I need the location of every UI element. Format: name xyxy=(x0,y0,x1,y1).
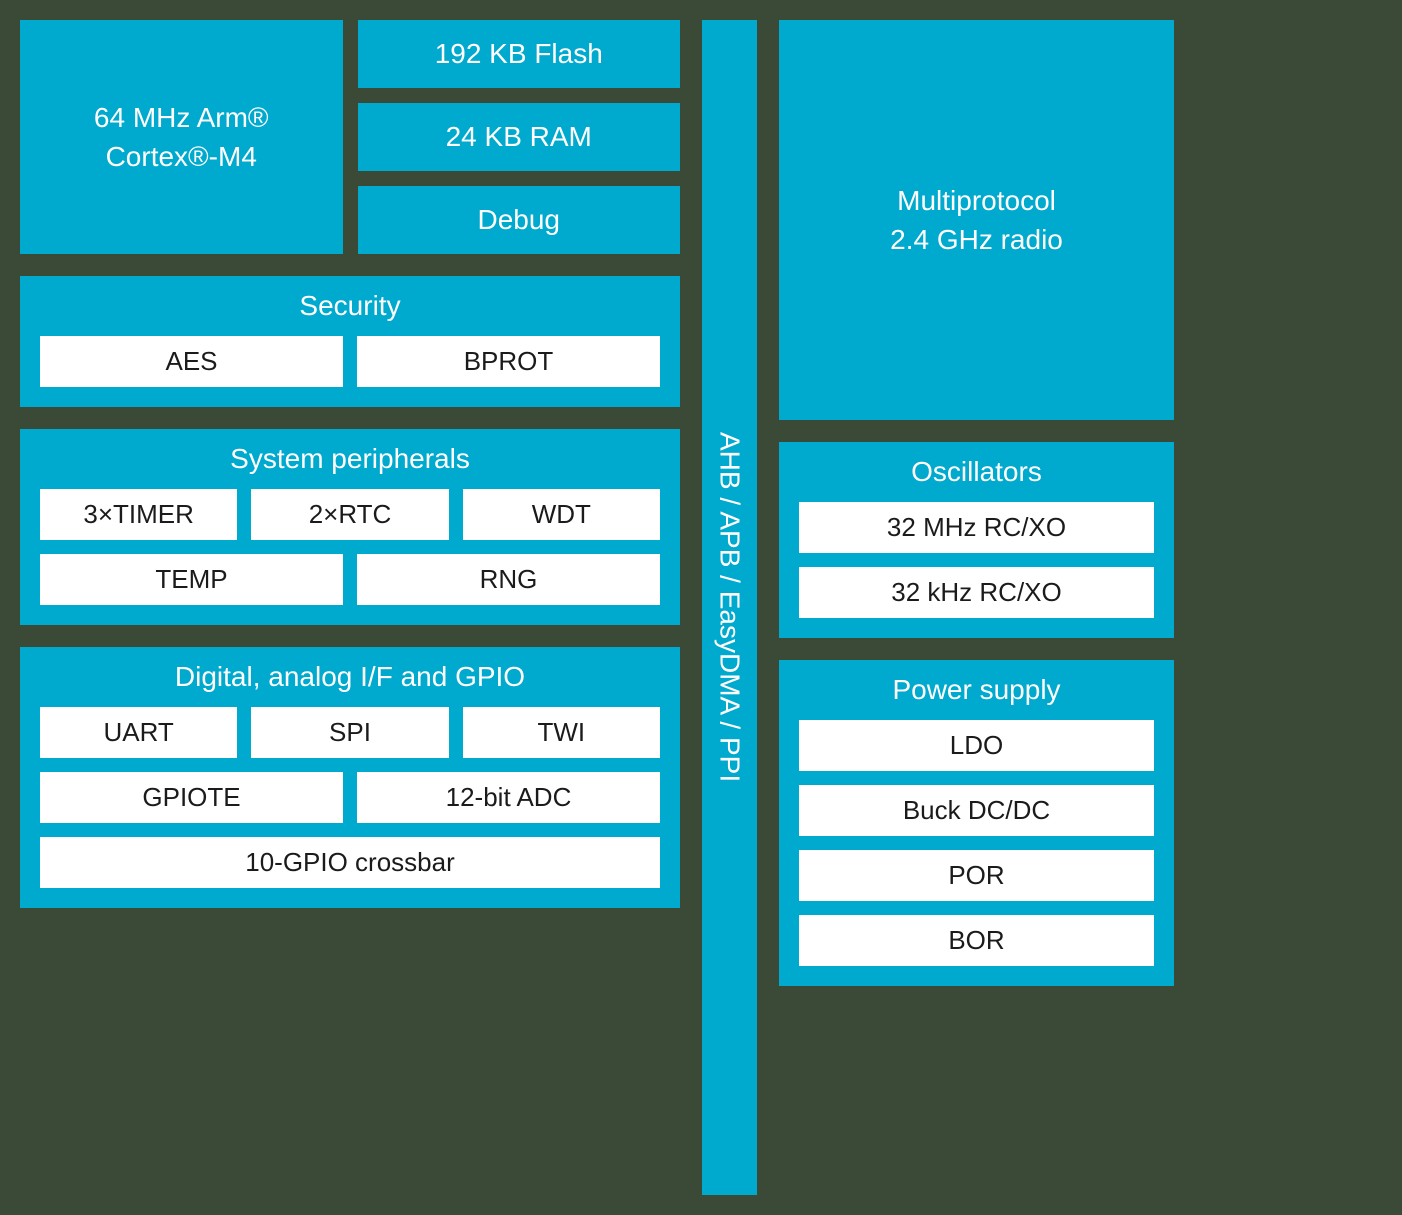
periph-wdt: WDT xyxy=(463,489,660,540)
osc-32khz: 32 kHz RC/XO xyxy=(799,567,1154,618)
sysperiph-title: System peripherals xyxy=(40,443,660,475)
debug-block: Debug xyxy=(358,186,681,254)
ram-block: 24 KB RAM xyxy=(358,103,681,171)
power-buck: Buck DC/DC xyxy=(799,785,1154,836)
io-spi: SPI xyxy=(251,707,448,758)
power-bor: BOR xyxy=(799,915,1154,966)
io-adc: 12-bit ADC xyxy=(357,772,660,823)
radio-block: Multiprotocol 2.4 GHz radio xyxy=(779,20,1174,420)
flash-block: 192 KB Flash xyxy=(358,20,681,88)
memory-stack: 192 KB Flash 24 KB RAM Debug xyxy=(358,20,681,254)
oscillators-title: Oscillators xyxy=(799,456,1154,488)
cpu-line2: Cortex®-M4 xyxy=(106,137,257,176)
periph-timer: 3×TIMER xyxy=(40,489,237,540)
io-gpiote: GPIOTE xyxy=(40,772,343,823)
power-por: POR xyxy=(799,850,1154,901)
io-uart: UART xyxy=(40,707,237,758)
io-crossbar: 10-GPIO crossbar xyxy=(40,837,660,888)
oscillators-group: Oscillators 32 MHz RC/XO 32 kHz RC/XO xyxy=(779,442,1174,638)
security-bprot: BPROT xyxy=(357,336,660,387)
security-aes: AES xyxy=(40,336,343,387)
io-title: Digital, analog I/F and GPIO xyxy=(40,661,660,693)
cpu-block: 64 MHz Arm® Cortex®-M4 xyxy=(20,20,343,254)
io-group: Digital, analog I/F and GPIO UART SPI TW… xyxy=(20,647,680,908)
block-diagram: 64 MHz Arm® Cortex®-M4 192 KB Flash 24 K… xyxy=(20,20,1382,1195)
power-ldo: LDO xyxy=(799,720,1154,771)
periph-temp: TEMP xyxy=(40,554,343,605)
cpu-memory-row: 64 MHz Arm® Cortex®-M4 192 KB Flash 24 K… xyxy=(20,20,680,254)
cpu-line1: 64 MHz Arm® xyxy=(94,98,269,137)
system-peripherals-group: System peripherals 3×TIMER 2×RTC WDT TEM… xyxy=(20,429,680,625)
radio-line1: Multiprotocol xyxy=(897,181,1056,220)
right-column: Multiprotocol 2.4 GHz radio Oscillators … xyxy=(779,20,1174,986)
periph-rtc: 2×RTC xyxy=(251,489,448,540)
bus-block: AHB / APB / EasyDMA / PPI xyxy=(702,20,757,1195)
power-title: Power supply xyxy=(799,674,1154,706)
security-group: Security AES BPROT xyxy=(20,276,680,407)
periph-rng: RNG xyxy=(357,554,660,605)
osc-32mhz: 32 MHz RC/XO xyxy=(799,502,1154,553)
io-twi: TWI xyxy=(463,707,660,758)
left-column: 64 MHz Arm® Cortex®-M4 192 KB Flash 24 K… xyxy=(20,20,680,908)
radio-line2: 2.4 GHz radio xyxy=(890,220,1063,259)
security-title: Security xyxy=(40,290,660,322)
power-group: Power supply LDO Buck DC/DC POR BOR xyxy=(779,660,1174,986)
